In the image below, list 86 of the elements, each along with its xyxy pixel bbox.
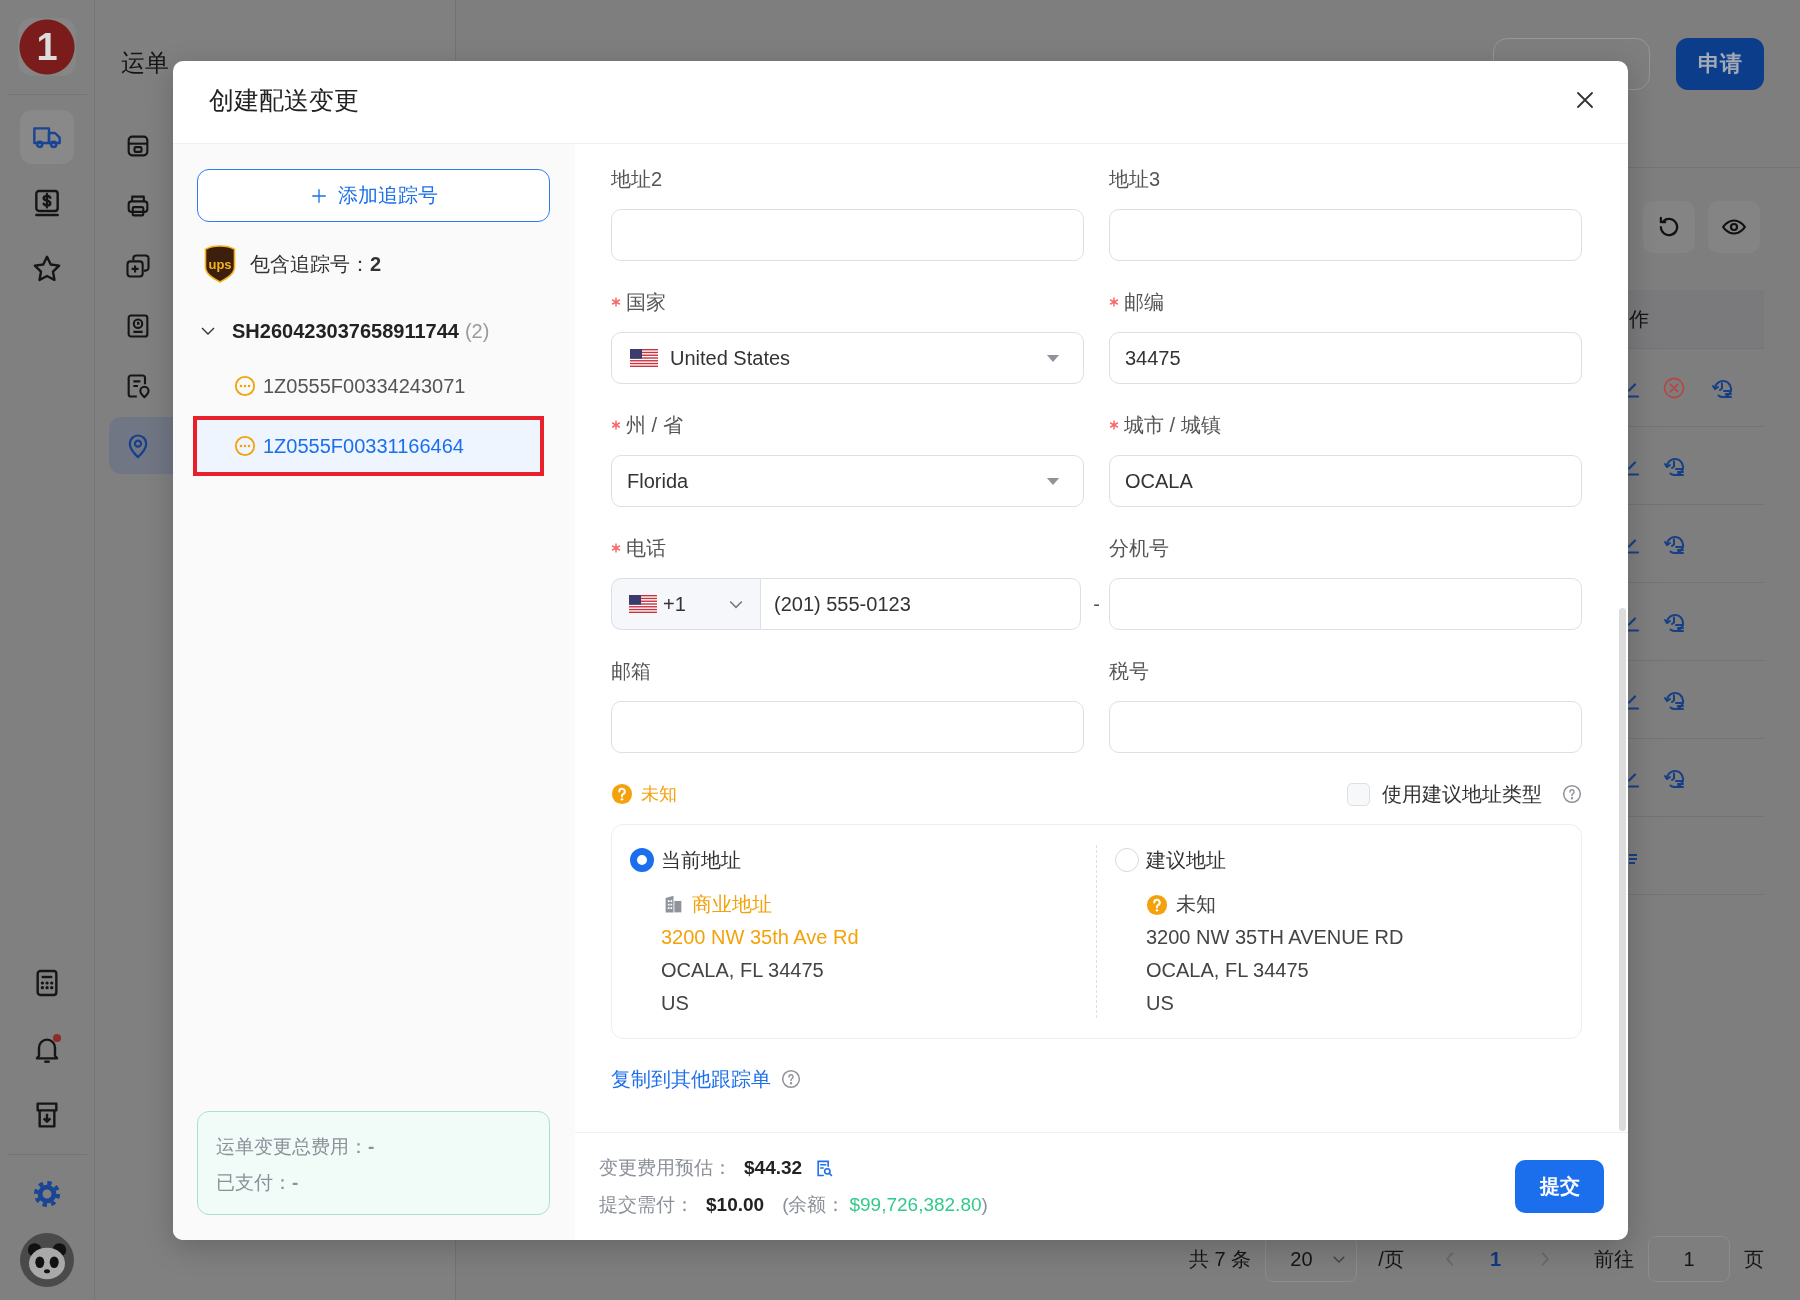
copy-plus-icon [124, 251, 152, 280]
fee-summary-text: 运单变更总费用：- [216, 1135, 375, 1159]
balance-label: (余额： [782, 1193, 846, 1217]
address-line: US [661, 991, 689, 1016]
country-select[interactable]: United States [611, 332, 1084, 384]
field-label: 地址2 [611, 167, 663, 192]
closing-paren: ) [981, 1194, 988, 1216]
address-line: OCALA, FL 34475 [1146, 958, 1309, 983]
country-code-select[interactable]: +1 [611, 578, 760, 630]
checkbox[interactable] [1347, 782, 1370, 806]
question-icon [611, 783, 633, 805]
option-title: 建议地址 [1146, 847, 1226, 873]
field-label: 税号 [1109, 659, 1149, 684]
tree-item[interactable]: 1Z0555F00331166464 [193, 416, 544, 476]
tree-item[interactable]: SH260423037658911744 (2) [193, 306, 544, 356]
question-icon [1146, 893, 1168, 916]
field-label: 分机号 [1109, 536, 1169, 561]
input-field[interactable] [1109, 578, 1582, 630]
due-label: 提交需付： [599, 1193, 694, 1217]
estimate-value: $44.32 [744, 1157, 803, 1179]
address-line: 3200 NW 35th Ave Rd [661, 925, 859, 950]
plus-icon [309, 186, 328, 205]
address-line: 3200 NW 35TH AVENUE RD [1146, 925, 1404, 950]
input-field[interactable] [611, 701, 1084, 753]
tree-item[interactable]: 1Z0555F00334243071 [193, 356, 544, 416]
goto-unit: 页 [1744, 1246, 1764, 1272]
nav-item[interactable] [20, 110, 74, 164]
field-label: 国家 [626, 290, 666, 315]
sidebar-item[interactable] [109, 417, 173, 474]
field-label: 城市 / 城镇 [1124, 413, 1221, 438]
ellipsis-circle-icon [234, 435, 256, 457]
radio-button[interactable] [630, 848, 654, 872]
goto-label: 前往 [1594, 1246, 1634, 1272]
input-field[interactable]: OCALA [1109, 455, 1582, 507]
field-label: 电话 [626, 536, 666, 561]
notification-dot-icon [53, 1034, 61, 1042]
address-status-label: 未知 [641, 783, 677, 806]
caret-down-icon [1046, 353, 1060, 363]
view-button[interactable] [1708, 201, 1760, 253]
field-label: 州 / 省 [626, 413, 683, 438]
flag-icon [630, 349, 658, 367]
add-tracking-button[interactable]: 添加追踪号 [197, 169, 550, 222]
address-line: OCALA, FL 34475 [661, 958, 824, 983]
tracking-count-text: 包含追踪号：2 [250, 251, 382, 277]
shield-logo: ups [204, 245, 236, 283]
separator-text: - [1092, 591, 1101, 617]
dialog-title: 创建配送变更 [209, 84, 359, 116]
copy-link[interactable]: 复制到其他跟踪单 [611, 1065, 771, 1093]
due-value: $10.00 [706, 1194, 765, 1216]
input-field[interactable] [1109, 209, 1582, 261]
column-header: 作 [1629, 306, 1649, 332]
input-field[interactable] [611, 209, 1084, 261]
apply-button[interactable]: 申请 [1676, 38, 1764, 90]
refresh-button[interactable] [1643, 201, 1695, 253]
input-field[interactable]: 34475 [1109, 332, 1582, 384]
goto-page-field[interactable]: 1 [1648, 1236, 1730, 1282]
submit-button[interactable]: 提交 [1515, 1160, 1604, 1213]
x-circle-icon[interactable] [1662, 375, 1686, 400]
settings-icon [31, 1178, 63, 1210]
estimate-label: 变更费用预估： [599, 1156, 732, 1180]
flag-icon [629, 595, 657, 613]
question-circle-icon[interactable] [781, 1069, 801, 1089]
field-label: 地址3 [1109, 167, 1161, 192]
address-type-label: 未知 [1176, 892, 1216, 917]
phone-field[interactable]: (201) 555-0123 [760, 578, 1081, 630]
sidebar-title: 运单 [121, 48, 169, 78]
question-circle-icon[interactable] [1562, 784, 1582, 804]
fee-summary-text: 已支付：- [216, 1171, 299, 1195]
avatar-icon[interactable] [20, 1233, 74, 1287]
app-logo: 1 [18, 18, 76, 76]
caret-down-icon [1046, 476, 1060, 486]
field-label: 邮箱 [611, 659, 651, 684]
input-field[interactable] [1109, 701, 1582, 753]
checkbox-label: 使用建议地址类型 [1382, 781, 1542, 807]
ellipsis-circle-icon [234, 375, 256, 397]
page-size-unit: /页 [1378, 1246, 1404, 1272]
total-count: 共 7 条 [1189, 1246, 1252, 1272]
address-type-label: 商业地址 [692, 892, 772, 917]
field-label: 邮编 [1124, 290, 1164, 315]
building-icon [663, 894, 684, 915]
state-select[interactable]: Florida [611, 455, 1084, 507]
document-search-icon[interactable] [814, 1158, 835, 1178]
scrollbar-thumb[interactable] [1619, 608, 1626, 1131]
option-title: 当前地址 [661, 847, 741, 873]
balance-value: $99,726,382.80 [849, 1194, 982, 1216]
address-line: US [1146, 991, 1174, 1016]
